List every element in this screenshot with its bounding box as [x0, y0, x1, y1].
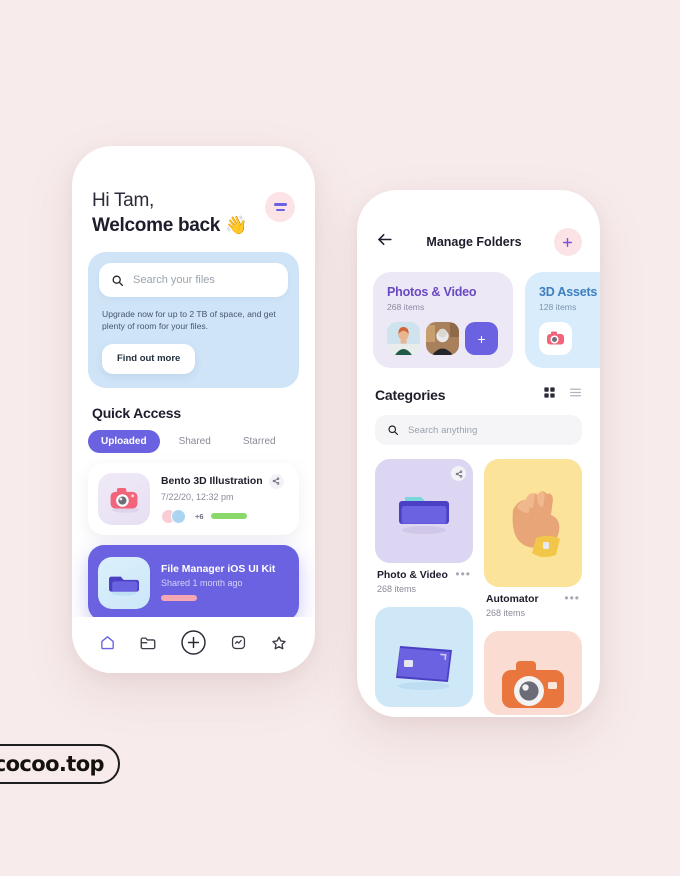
star-icon[interactable]	[270, 634, 288, 657]
find-out-more-button[interactable]: Find out more	[102, 343, 196, 374]
card-3d-purple-icon	[396, 646, 452, 690]
search-icon	[388, 425, 399, 436]
folder-icon[interactable]	[139, 634, 157, 657]
folder-card-photos-video[interactable]: Photos & Video 268 items +	[373, 272, 513, 368]
category-name: Photo & Video	[377, 570, 448, 581]
file-subtitle: Shared 1 month ago	[161, 578, 243, 589]
folder-card-3d-assets[interactable]: 3D Assets 128 items	[525, 272, 600, 368]
categories-search-input[interactable]: Search anything	[375, 415, 582, 445]
waving-hand-icon: 👋	[225, 215, 248, 235]
category-tile-automator[interactable]	[484, 459, 582, 587]
hamburger-bar-bottom	[275, 208, 285, 211]
bottom-navigation	[72, 617, 315, 673]
tab-shared[interactable]: Shared	[166, 430, 224, 453]
avatar-overflow-count: +6	[195, 511, 204, 521]
greeting-header: Hi Tam, Welcome back 👋	[72, 146, 315, 238]
file-title: Bento 3D Illustration	[161, 475, 263, 487]
upgrade-description: Upgrade now for up to 2 TB of space, and…	[102, 309, 276, 332]
folder-name: 3D Assets	[539, 285, 598, 299]
home-icon[interactable]	[99, 634, 116, 656]
search-placeholder: Search your files	[133, 274, 215, 286]
phone-home-screen: Hi Tam, Welcome back 👋 Search your files…	[72, 146, 315, 673]
phone-folders-screen: Manage Folders Photos & Video 268 items	[357, 190, 600, 717]
category-menu-icon[interactable]: •••	[455, 568, 471, 580]
plus-circle-icon[interactable]	[180, 629, 207, 661]
avatar-group	[161, 508, 186, 524]
file-list-item[interactable]: File Manager iOS UI Kit Shared 1 month a…	[88, 544, 299, 621]
categories-grid: Photo & Video 268 items ••• Automator 26…	[357, 445, 600, 715]
file-list-item[interactable]: Bento 3D Illustration 7/22/20, 12:32 pm	[88, 462, 299, 535]
folders-header: Manage Folders	[357, 190, 600, 256]
folder-thumb-person-1[interactable]	[387, 322, 420, 355]
camera-3d-icon	[98, 472, 150, 525]
category-tile-camera[interactable]	[484, 631, 582, 715]
hamburger-icon[interactable]	[265, 192, 295, 222]
grid-view-icon[interactable]	[543, 386, 556, 404]
upgrade-banner: Search your files Upgrade now for up to …	[88, 252, 299, 388]
folder-name: Photos & Video	[387, 285, 477, 299]
progress-bar	[210, 513, 247, 520]
categories-title: Categories	[375, 387, 446, 403]
share-icon[interactable]	[268, 473, 284, 489]
list-view-icon[interactable]	[569, 386, 582, 404]
screen: Hi Tam, Welcome back 👋 Search your files…	[0, 0, 680, 876]
hamburger-bar-top	[273, 203, 287, 206]
category-name: Automator	[486, 594, 539, 605]
folder-count: 128 items	[539, 302, 577, 312]
folder-3d-purple-icon	[399, 497, 449, 534]
folder-3d-icon	[98, 556, 150, 609]
add-folder-button[interactable]	[553, 228, 582, 256]
progress-bar	[161, 595, 197, 602]
file-subtitle: 7/22/20, 12:32 pm	[161, 491, 234, 502]
file-title: File Manager iOS UI Kit	[161, 564, 276, 576]
tab-starred[interactable]: Starred	[230, 430, 289, 453]
category-tile-photo-video[interactable]	[375, 459, 473, 563]
greeting-line-2: Welcome back 👋	[92, 215, 248, 236]
activity-icon[interactable]	[230, 634, 247, 656]
watermark: cocoo.top	[0, 744, 120, 784]
folder-count: 268 items	[387, 302, 425, 312]
quick-access-title: Quick Access	[92, 404, 181, 421]
hand-3d-yellow-icon	[512, 491, 560, 558]
categories-header: Categories	[357, 368, 600, 404]
category-count: 268 items	[377, 584, 417, 594]
quick-access-tabs: Uploaded Shared Starred	[88, 429, 299, 453]
add-photo-button[interactable]: +	[465, 322, 498, 355]
category-count: 268 items	[486, 608, 526, 618]
arrow-left-icon[interactable]	[375, 230, 394, 254]
tab-uploaded[interactable]: Uploaded	[88, 429, 160, 453]
avatar	[171, 508, 186, 524]
category-tile-card[interactable]	[375, 607, 473, 707]
search-placeholder: Search anything	[408, 424, 478, 436]
search-input[interactable]: Search your files	[99, 263, 288, 297]
search-icon	[112, 275, 124, 286]
plus-icon	[563, 237, 573, 247]
greeting-text: Hi Tam, Welcome back 👋	[92, 188, 247, 238]
folder-thumb-person-2[interactable]	[426, 322, 459, 355]
greeting-line-1: Hi Tam,	[92, 190, 154, 211]
watermark-label: cocoo.top	[0, 752, 105, 776]
share-icon[interactable]	[451, 466, 466, 481]
camera-3d-orange-icon	[502, 661, 564, 708]
page-title: Manage Folders	[426, 235, 522, 249]
folder-thumb-camera[interactable]	[539, 322, 572, 355]
category-menu-icon[interactable]: •••	[564, 592, 580, 604]
folder-carousel[interactable]: Photos & Video 268 items + 3D Assets 128…	[357, 256, 600, 368]
